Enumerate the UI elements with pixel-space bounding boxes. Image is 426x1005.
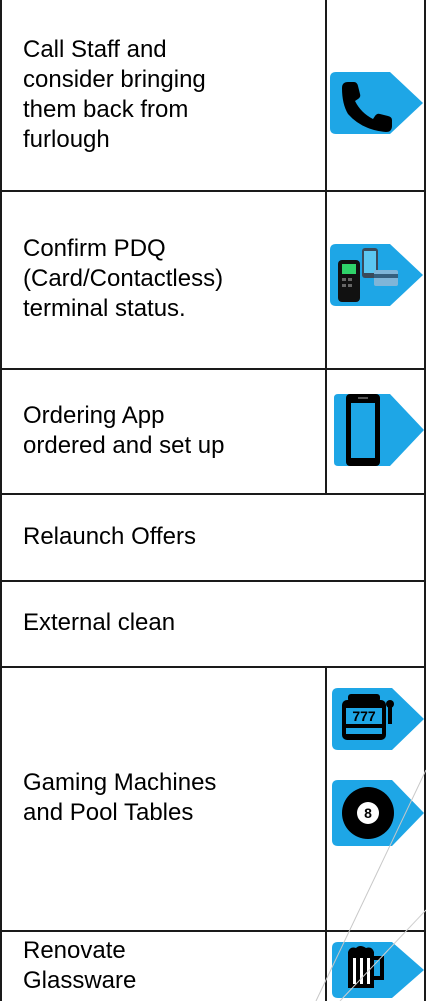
slot-machine-icon: 777 (330, 686, 426, 752)
table-row: Ordering App ordered and set up (0, 368, 426, 493)
task-cell: Relaunch Offers (0, 493, 426, 580)
table-row: External clean (0, 580, 426, 666)
task-label: Call Staff and consider bringing them ba… (23, 36, 206, 153)
background-decoration (315, 769, 426, 1001)
task-cell: Call Staff and consider bringing them ba… (0, 0, 325, 190)
task-label: Confirm PDQ (Card/Contactless) terminal … (23, 235, 224, 322)
checklist-table: Call Staff and consider bringing them ba… (0, 0, 426, 1001)
task-label: Gaming Machines and Pool Tables (23, 769, 217, 826)
card-terminal-icon (328, 242, 424, 308)
phone-icon (328, 70, 424, 136)
task-label: Renovate Glassware (23, 936, 137, 994)
task-cell: Gaming Machines and Pool Tables (0, 666, 325, 930)
task-cell: Confirm PDQ (Card/Contactless) terminal … (0, 190, 325, 368)
table-row: Relaunch Offers (0, 493, 426, 580)
task-label: Relaunch Offers (23, 522, 196, 550)
smartphone-icon (330, 390, 426, 470)
task-cell: Renovate Glassware (0, 930, 325, 1001)
table-row: Confirm PDQ (Card/Contactless) terminal … (0, 190, 426, 368)
slot-reels-label: 777 (352, 708, 376, 724)
task-cell: Ordering App ordered and set up (0, 368, 325, 493)
table-row: Call Staff and consider bringing them ba… (0, 0, 426, 190)
task-label: Ordering App ordered and set up (23, 401, 225, 459)
task-cell: External clean (0, 580, 426, 666)
task-label: External clean (23, 609, 176, 636)
